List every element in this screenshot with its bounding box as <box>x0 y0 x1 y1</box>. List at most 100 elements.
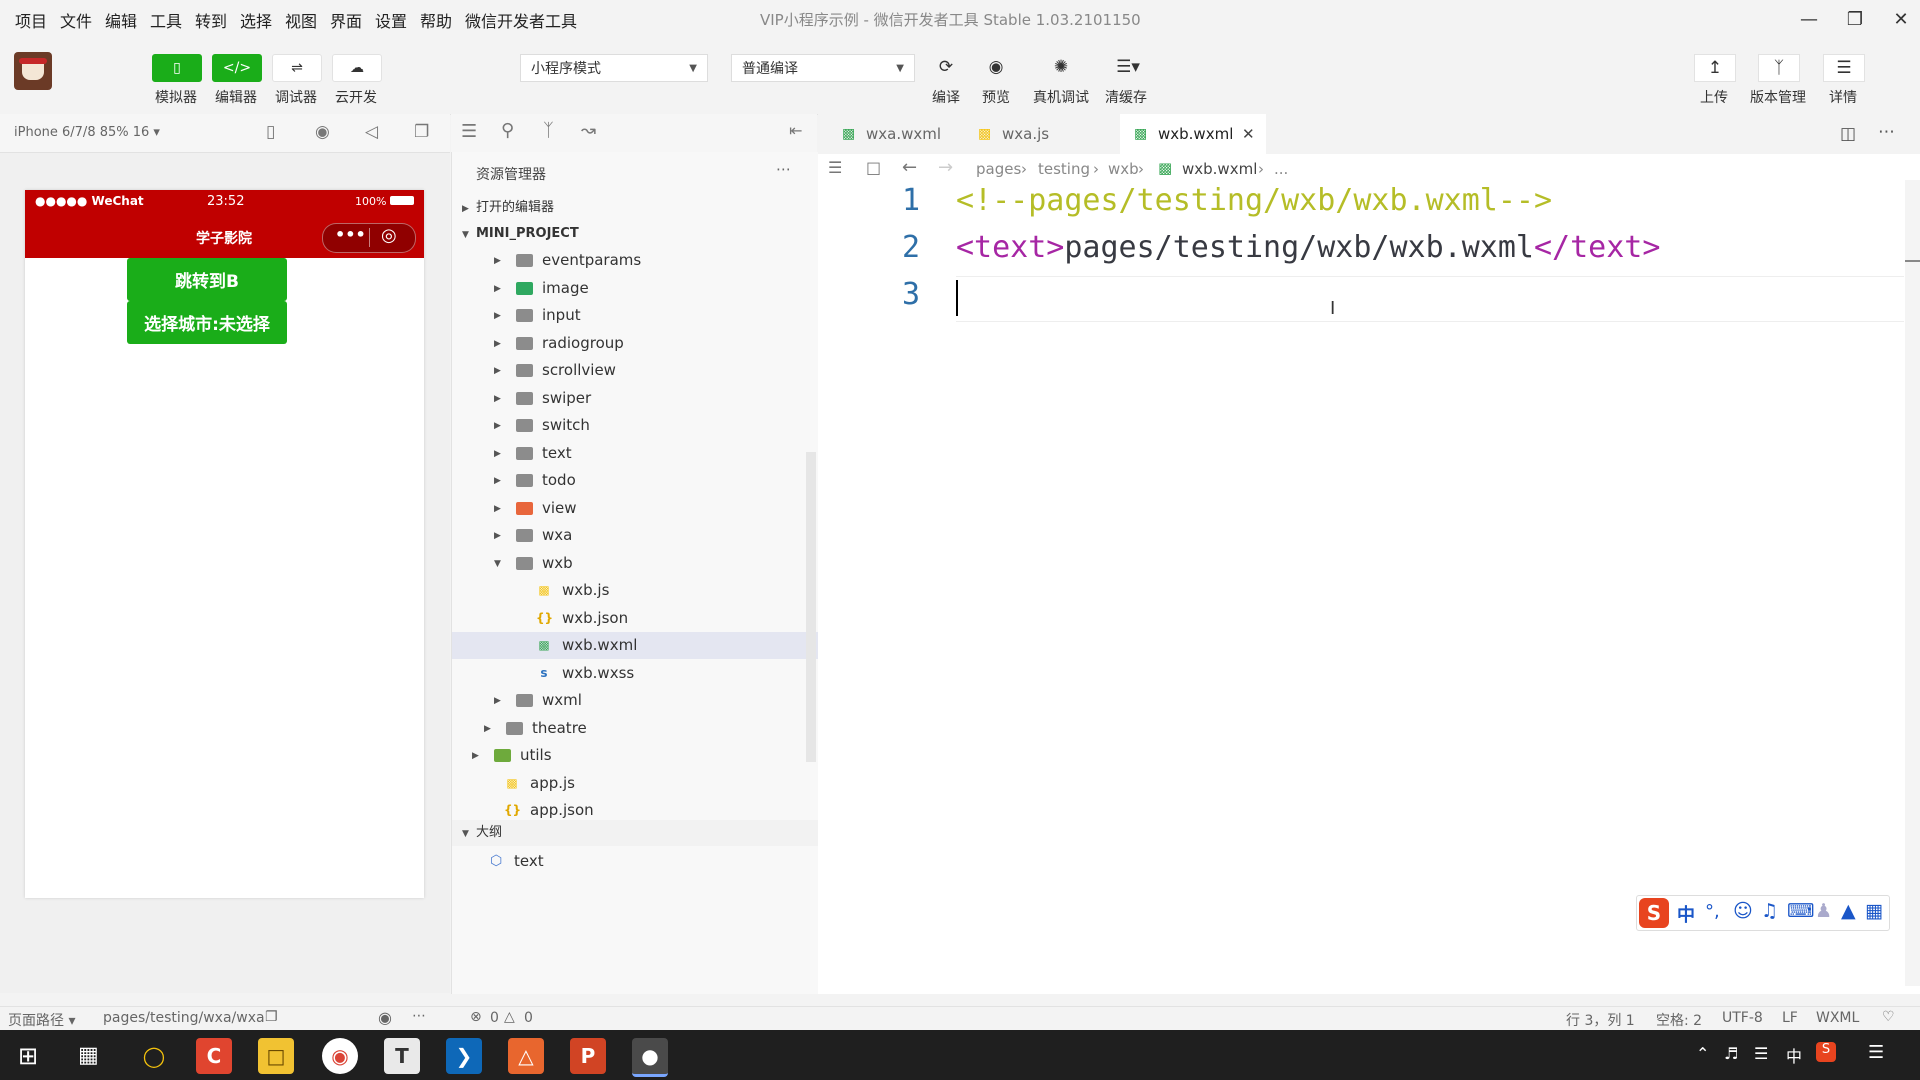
encoding[interactable]: UTF-8 <box>1722 1010 1763 1026</box>
more-icon[interactable]: ⋯ <box>1878 122 1895 142</box>
tree-file[interactable]: ▩ wxb.js <box>452 577 818 604</box>
menu-wechat-devtools[interactable]: 微信开发者工具 <box>465 8 577 32</box>
taskbar-app-c-icon[interactable]: C <box>196 1038 232 1074</box>
upload-button[interactable]: ↥ <box>1694 54 1736 82</box>
sogou-tray-icon[interactable]: S <box>1816 1042 1836 1062</box>
more-icon[interactable]: ⋯ <box>412 1008 426 1024</box>
tree-file[interactable]: ▩ app.js <box>452 770 818 797</box>
microphone-icon[interactable]: ♫ <box>1761 900 1778 922</box>
tree-folder[interactable]: ▶ eventparams <box>452 247 818 274</box>
app-network-icon[interactable]: △ <box>508 1038 544 1074</box>
bookmark-icon[interactable]: □ <box>866 158 881 177</box>
sogou-logo-icon[interactable]: S <box>1639 898 1669 928</box>
maximize-icon[interactable]: ❐ <box>1832 4 1878 34</box>
editor-scrollbar[interactable] <box>1905 180 1920 986</box>
close-capsule-icon[interactable]: ◎ <box>381 225 397 246</box>
tab-wxa-js[interactable]: ▩ wxa.js <box>978 114 1108 154</box>
tree-folder[interactable]: ▶ switch <box>452 412 818 439</box>
menu-project[interactable]: 项目 <box>15 8 47 32</box>
simulator-toggle-button[interactable]: ▯ <box>152 54 202 82</box>
eye-icon[interactable]: ◉ <box>378 1008 392 1027</box>
indent-setting[interactable]: 空格: 2 <box>1656 1010 1702 1030</box>
close-window-icon[interactable]: ✕ <box>1878 4 1920 34</box>
code-line[interactable]: <!--pages/testing/wxb/wxb.wxml--> <box>956 183 1552 218</box>
avatar[interactable] <box>14 52 52 90</box>
file-explorer-icon[interactable]: □ <box>258 1038 294 1074</box>
tree-file[interactable]: s wxb.wxss <box>452 660 818 687</box>
tree-folder[interactable]: ▼ wxb <box>452 550 818 577</box>
wechat-devtools-icon[interactable]: ● <box>632 1038 668 1077</box>
outline-section[interactable]: ▼ 大纲 <box>452 820 818 846</box>
forward-arrow-icon[interactable]: → <box>938 157 953 178</box>
error-count[interactable]: 0 <box>490 1010 499 1026</box>
menu-settings[interactable]: 设置 <box>375 8 407 32</box>
language-mode[interactable]: WXML <box>1816 1010 1859 1026</box>
windows-start-icon[interactable]: ⊞ <box>18 1042 38 1070</box>
cloud-dev-button[interactable]: ☁ <box>332 54 382 82</box>
detach-icon[interactable]: ❐ <box>414 122 429 142</box>
emoji-icon[interactable]: ☺ <box>1733 900 1753 922</box>
menu-view[interactable]: 视图 <box>285 8 317 32</box>
breadcrumb-item[interactable]: testing <box>1038 160 1090 178</box>
mode-select[interactable]: 小程序模式 ▼ <box>520 54 708 82</box>
punctuation-icon[interactable]: °, <box>1705 901 1720 922</box>
phone-rotate-icon[interactable]: ▯ <box>266 122 275 142</box>
typora-icon[interactable]: T <box>384 1038 420 1074</box>
cursor-position[interactable]: 行 3，列 1 <box>1566 1010 1635 1030</box>
menu-tools[interactable]: 工具 <box>150 8 182 32</box>
jump-to-b-button[interactable]: 跳转到B <box>127 258 287 301</box>
back-arrow-icon[interactable]: ← <box>902 157 917 178</box>
search-icon[interactable]: ⚲ <box>501 120 514 141</box>
tab-wxa-wxml[interactable]: ▩ wxa.wxml <box>828 114 968 154</box>
debugger-toggle-button[interactable]: ⇌ <box>272 54 322 82</box>
bell-icon[interactable]: ♡ <box>1882 1009 1895 1025</box>
grid-icon[interactable]: ▦ <box>1865 900 1883 922</box>
menu-edit[interactable]: 编辑 <box>105 8 137 32</box>
graph-icon[interactable]: ↝ <box>581 120 596 141</box>
user-icon[interactable]: ♟ <box>1815 900 1832 922</box>
compile-button[interactable]: ⟳ <box>926 54 966 80</box>
list-icon[interactable]: ☰ <box>461 121 477 142</box>
details-button[interactable]: ☰ <box>1823 54 1865 82</box>
ime-indicator[interactable]: 中 <box>1786 1043 1802 1067</box>
breadcrumb-item[interactable]: wxb <box>1108 160 1139 178</box>
device-select[interactable]: iPhone 6/7/8 85% 16 ▾ <box>14 125 160 140</box>
menu-goto[interactable]: 转到 <box>195 8 227 32</box>
compile-select[interactable]: 普通编译 ▼ <box>731 54 915 82</box>
record-icon[interactable]: ◉ <box>315 122 330 142</box>
volume-icon[interactable]: ◁ <box>365 122 378 142</box>
outline-item[interactable]: ⬡ text <box>452 848 818 875</box>
open-editors-section[interactable]: ▶ 打开的编辑器 <box>452 196 818 220</box>
tree-folder[interactable]: ▶ theatre <box>452 715 818 742</box>
menu-select[interactable]: 选择 <box>240 8 272 32</box>
capsule-button[interactable]: ••• ◎ <box>322 223 416 253</box>
tab-wxb-wxml[interactable]: ▩ wxb.wxml ✕ <box>1120 114 1266 154</box>
tree-folder[interactable]: ▶ text <box>452 440 818 467</box>
preview-button[interactable]: ◉ <box>976 54 1016 80</box>
breadcrumb-item[interactable]: wxb.wxml <box>1182 160 1257 178</box>
more-options-icon[interactable]: ⋯ <box>776 160 791 178</box>
tree-folder[interactable]: ▶ todo <box>452 467 818 494</box>
skin-icon[interactable]: ▲ <box>1841 900 1856 922</box>
menu-help[interactable]: 帮助 <box>420 8 452 32</box>
powerpoint-icon[interactable]: P <box>570 1038 606 1074</box>
close-tab-icon[interactable]: ✕ <box>1242 114 1255 154</box>
menu-file[interactable]: 文件 <box>60 8 92 32</box>
tree-folder[interactable]: ▶ input <box>452 302 818 329</box>
remote-debug-button[interactable]: ✺ <box>1041 54 1081 80</box>
explorer-scrollbar[interactable] <box>806 452 816 762</box>
editor-toggle-button[interactable]: </> <box>212 54 262 82</box>
tree-folder[interactable]: ▶ wxml <box>452 687 818 714</box>
git-branch-icon[interactable]: ᛉ <box>543 120 554 141</box>
code-line[interactable]: <text>pages/testing/wxb/wxb.wxml</text> <box>956 230 1660 265</box>
tree-folder[interactable]: ▶ radiogroup <box>452 330 818 357</box>
vscode-icon[interactable]: ❯ <box>446 1038 482 1074</box>
list-icon[interactable]: ☰ <box>828 158 842 177</box>
tree-file[interactable]: ▩ wxb.wxml <box>452 632 818 659</box>
minimize-icon[interactable]: — <box>1786 4 1832 34</box>
select-city-button[interactable]: 选择城市:未选择 <box>127 301 287 344</box>
tree-folder[interactable]: ▶ utils <box>452 742 818 769</box>
ime-lang[interactable]: 中 <box>1677 901 1695 927</box>
tray-chevron-up-icon[interactable]: ⌃ <box>1696 1044 1709 1063</box>
breadcrumb-item[interactable]: ... <box>1274 160 1288 178</box>
